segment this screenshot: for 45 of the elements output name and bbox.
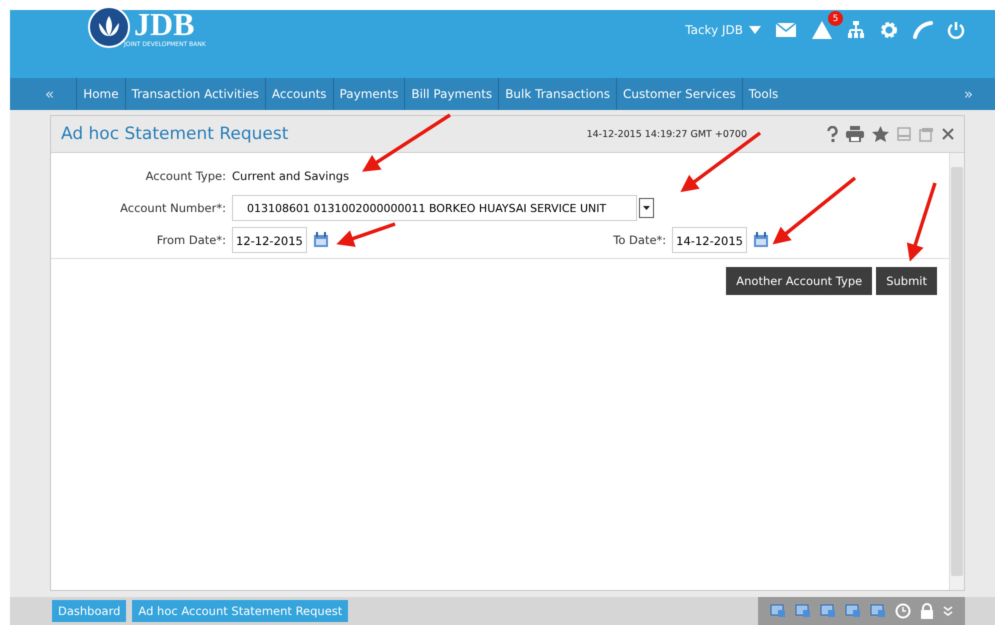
star-icon[interactable] <box>872 126 889 142</box>
to-date-field[interactable]: 14-12-2015 <box>672 227 747 253</box>
scrollbar[interactable] <box>949 153 964 590</box>
arrow <box>336 222 396 247</box>
settings-icon[interactable] <box>879 20 899 40</box>
field-label: Account Type: <box>144 169 226 183</box>
window-icon[interactable] <box>845 604 861 618</box>
window-icon[interactable] <box>870 604 886 618</box>
another-account-type-button[interactable]: Another Account Type <box>726 267 872 295</box>
scroll-right-button[interactable]: » <box>942 85 995 103</box>
taskbar-tab[interactable]: Ad hoc Account Statement Request <box>132 600 348 622</box>
account-number-dropdown[interactable]: 013108601 0131002000000011 BORKEO HUAYSAI SERVICE UNIT <box>232 195 637 221</box>
timestamp: 14-12-2015 14:19:27 GMT +0700 <box>586 128 747 140</box>
taskbar-tab[interactable]: Dashboard <box>52 600 126 622</box>
power-icon[interactable] <box>947 21 965 39</box>
sitemap-icon[interactable] <box>847 21 865 39</box>
clock-icon[interactable] <box>895 603 911 619</box>
caret-icon <box>643 206 650 210</box>
logo-text: JDB <box>134 6 196 40</box>
dropdown-button[interactable] <box>639 198 654 218</box>
submit-button[interactable]: Submit <box>876 267 937 295</box>
notification-badge: 5 <box>828 11 843 26</box>
field-label: Account Number*: <box>119 201 226 215</box>
mail-icon[interactable] <box>775 22 797 38</box>
window-icon[interactable] <box>795 604 811 618</box>
caret-icon[interactable] <box>749 26 761 34</box>
expand-icon[interactable] <box>943 606 953 616</box>
account-type-value: Current and Savings <box>232 169 350 183</box>
panel-title: Ad hoc Statement Request <box>61 124 288 144</box>
window-icon[interactable] <box>820 604 836 618</box>
lock-icon[interactable] <box>920 603 934 619</box>
calendar-icon[interactable] <box>312 232 329 248</box>
restore-icon[interactable] <box>919 126 934 142</box>
help-icon[interactable] <box>827 126 838 142</box>
warning-icon[interactable] <box>811 20 833 40</box>
minimize-icon[interactable] <box>897 127 911 141</box>
user-menu[interactable]: Tacky JDB <box>685 23 743 37</box>
field-label: From Date*: <box>156 233 226 247</box>
close-icon[interactable] <box>942 128 954 140</box>
calendar-icon[interactable] <box>753 232 769 248</box>
print-icon[interactable] <box>846 126 864 142</box>
scroll-left-button[interactable]: « <box>10 85 76 103</box>
from-date-field[interactable]: 12-12-2015 <box>232 227 307 253</box>
window-icon[interactable] <box>770 604 786 618</box>
field-label: To Date*: <box>613 233 666 247</box>
